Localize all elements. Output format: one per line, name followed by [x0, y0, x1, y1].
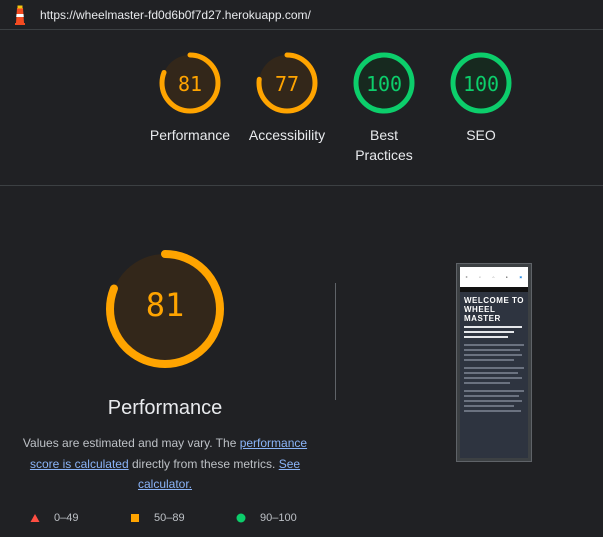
- thumbnail-hero: WELCOME TO WHEEL MASTER: [460, 292, 528, 419]
- gauge-performance-label: Performance: [149, 127, 231, 143]
- gauge-seo-label: SEO: [466, 127, 496, 143]
- thumbnail-nav: ≡ ⌕ ⌂ ● ▣: [460, 267, 528, 287]
- legend-fail: 0–49: [30, 512, 78, 524]
- circle-icon: [236, 513, 246, 523]
- desc-text-2: directly from these metrics.: [128, 456, 279, 471]
- performance-title: Performance: [107, 397, 223, 419]
- gauge-accessibility[interactable]: 77 Accessibility: [239, 51, 335, 145]
- gauge-performance-score: 81: [177, 72, 203, 96]
- page-url[interactable]: https://wheelmaster-fd0d6b0f7d27.herokua…: [40, 8, 311, 22]
- gauge-seo-score: 100: [462, 72, 500, 96]
- gauge-seo[interactable]: 100 SEO: [433, 51, 529, 145]
- legend-pass-label: 90–100: [260, 512, 297, 524]
- score-summary: 81 Performance 77 Accessibility 100 Best…: [0, 31, 603, 186]
- performance-description: Values are estimated and may vary. The p…: [12, 433, 318, 495]
- gauge-accessibility-score: 77: [274, 72, 300, 96]
- square-icon: [131, 514, 139, 522]
- legend-pass: 90–100: [236, 512, 297, 524]
- gauge-best-practices-score: 100: [365, 72, 403, 96]
- triangle-icon: [30, 514, 40, 522]
- gauge-accessibility-label: Accessibility: [248, 127, 326, 143]
- top-bar: https://wheelmaster-fd0d6b0f7d27.herokua…: [0, 0, 603, 30]
- page-screenshot-thumbnail[interactable]: ≡ ⌕ ⌂ ● ▣ WELCOME TO WHEEL MASTER: [456, 263, 532, 462]
- performance-main-score: 81: [145, 286, 185, 324]
- thumbnail-heading: WELCOME TO WHEEL MASTER: [464, 296, 524, 323]
- legend-fail-label: 0–49: [54, 512, 79, 524]
- gauge-performance[interactable]: 81 Performance: [142, 51, 238, 145]
- legend-average: 50–89: [130, 512, 185, 524]
- desc-text-1: Values are estimated and may vary. The: [22, 436, 240, 450]
- gauge-best-practices[interactable]: 100 Best Practices: [336, 51, 432, 165]
- vertical-divider: [335, 283, 336, 400]
- gauge-best-practices-label: Best Practices: [355, 127, 413, 163]
- thumbnail-screen: ≡ ⌕ ⌂ ● ▣ WELCOME TO WHEEL MASTER: [460, 267, 528, 458]
- legend-average-label: 50–89: [154, 512, 185, 524]
- lighthouse-logo-icon: [15, 5, 25, 25]
